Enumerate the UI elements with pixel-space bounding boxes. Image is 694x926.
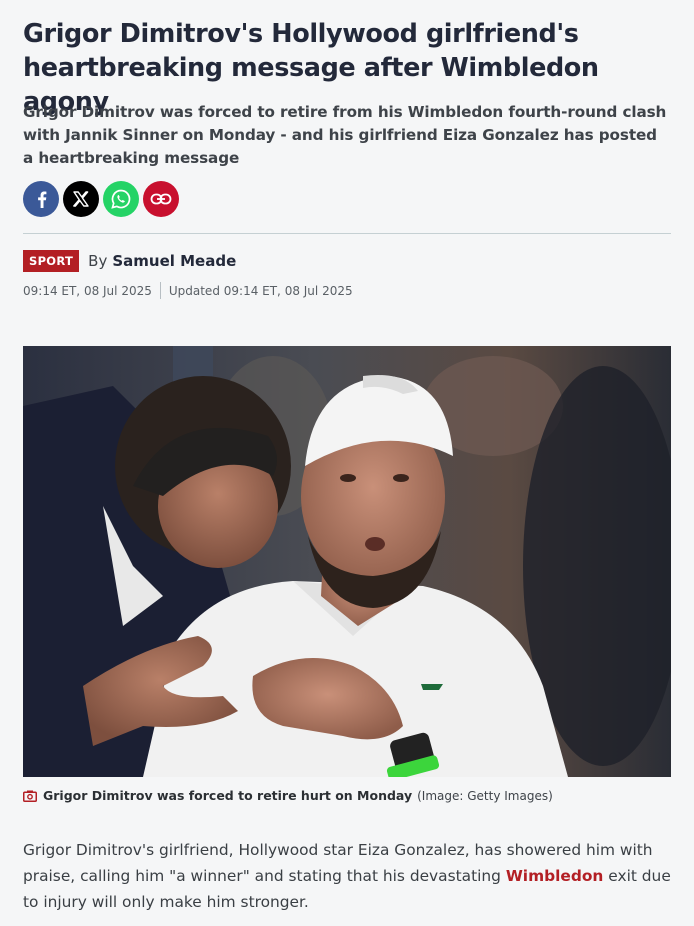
share-whatsapp-button[interactable] xyxy=(103,181,139,217)
camera-icon xyxy=(23,790,37,802)
x-icon xyxy=(73,191,89,207)
link-icon xyxy=(150,193,172,205)
updated-time: Updated 09:14 ET, 08 Jul 2025 xyxy=(168,283,353,298)
caption-text: Grigor Dimitrov was forced to retire hur… xyxy=(43,788,413,803)
byline-prefix: By xyxy=(88,252,108,270)
article-page: Grigor Dimitrov's Hollywood girlfriend's… xyxy=(0,0,694,926)
date-separator xyxy=(159,282,161,299)
share-facebook-button[interactable] xyxy=(23,181,59,217)
facebook-icon xyxy=(38,191,47,208)
published-time: 09:14 ET, 08 Jul 2025 xyxy=(23,283,152,298)
share-x-button[interactable] xyxy=(63,181,99,217)
image-credit: (Image: Getty Images) xyxy=(417,788,553,803)
share-link-button[interactable] xyxy=(143,181,179,217)
hero-image[interactable] xyxy=(23,346,671,777)
wimbledon-link[interactable]: Wimbledon xyxy=(506,867,604,885)
article-paragraph: Grigor Dimitrov's girlfriend, Hollywood … xyxy=(23,837,671,915)
article-standfirst: Grigor Dimitrov was forced to retire fro… xyxy=(23,103,667,167)
share-bar xyxy=(23,181,179,217)
image-caption: Grigor Dimitrov was forced to retire hur… xyxy=(23,788,553,803)
author-link[interactable]: Samuel Meade xyxy=(112,252,236,270)
section-badge[interactable]: SPORT xyxy=(23,250,80,272)
whatsapp-icon xyxy=(111,189,131,209)
divider xyxy=(23,233,671,234)
byline: SPORT By Samuel Meade xyxy=(23,250,236,272)
article-dates: 09:14 ET, 08 Jul 2025 Updated 09:14 ET, … xyxy=(23,282,353,299)
